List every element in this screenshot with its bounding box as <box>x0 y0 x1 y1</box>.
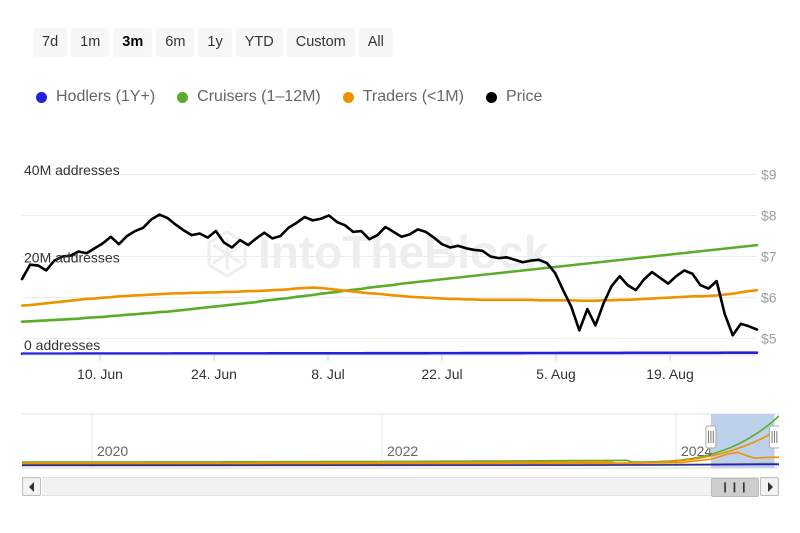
range-button-6m[interactable]: 6m <box>156 28 194 57</box>
legend-item-traders[interactable]: Traders (<1M) <box>343 88 464 106</box>
x-axis: 10. Jun 24. Jun 8. Jul 22. Jul 5. Aug 19. Aug <box>22 355 757 382</box>
y-axis-right-tick-1: $8 <box>761 208 777 224</box>
y-axis-right: $9 $8 $7 $6 $5 <box>761 166 777 346</box>
scrollbar-thumb[interactable]: ❙❙❙ <box>711 478 759 497</box>
watermark-label: IntoTheBlock <box>258 226 550 278</box>
y-axis-left: 40M addresses 20M addresses 0 addresses <box>24 162 120 353</box>
legend-label-price: Price <box>506 88 542 106</box>
scrollbar-left-arrow-icon[interactable] <box>22 477 41 496</box>
navigator-background <box>22 412 779 468</box>
navigator-handle-right[interactable] <box>770 426 780 448</box>
navigator-year-label-2020: 2020 <box>97 443 128 459</box>
navigator-handle-left[interactable] <box>706 426 716 448</box>
legend-item-price[interactable]: Price <box>486 88 542 106</box>
scrollbar-right-arrow-icon[interactable] <box>760 477 779 496</box>
x-axis-tick-4: 5. Aug <box>536 366 576 382</box>
x-axis-tick-3: 22. Jul <box>421 366 462 382</box>
legend-label-traders: Traders (<1M) <box>363 88 464 106</box>
range-selector: 7d 1m 3m 6m 1y YTD Custom All <box>33 28 393 57</box>
y-axis-left-tick-0: 40M addresses <box>24 162 120 178</box>
legend-item-cruisers[interactable]: Cruisers (1–12M) <box>177 88 321 106</box>
range-button-ytd[interactable]: YTD <box>236 28 283 57</box>
navigator-scrollbar[interactable]: ❙❙❙ <box>22 477 779 496</box>
series-line-hodlers-1y <box>22 353 757 354</box>
legend-label-cruisers: Cruisers (1–12M) <box>197 88 321 106</box>
main-chart[interactable]: IntoTheBlock 40M addresses 20M addresses 0… <box>0 140 800 400</box>
y-axis-left-tick-1: 20M addresses <box>24 249 120 265</box>
series-line-traders-1m <box>22 288 757 306</box>
legend-dot-price-icon <box>486 92 497 103</box>
range-button-7d[interactable]: 7d <box>33 28 67 57</box>
legend-label-hodlers: Hodlers (1Y+) <box>56 88 155 106</box>
chart-canvas[interactable]: IntoTheBlock 40M addresses 20M addresses 0… <box>0 140 800 400</box>
x-axis-tick-0: 10. Jun <box>77 366 123 382</box>
x-axis-tick-1: 24. Jun <box>191 366 237 382</box>
range-button-1m[interactable]: 1m <box>71 28 109 57</box>
range-button-3m[interactable]: 3m <box>113 28 152 57</box>
legend-dot-hodlers-icon <box>36 92 47 103</box>
watermark-logo-icon <box>209 232 245 276</box>
range-button-all[interactable]: All <box>359 28 393 57</box>
chart-legend: Hodlers (1Y+) Cruisers (1–12M) Traders (… <box>36 88 542 106</box>
legend-item-hodlers[interactable]: Hodlers (1Y+) <box>36 88 155 106</box>
legend-dot-traders-icon <box>343 92 354 103</box>
y-axis-right-tick-2: $7 <box>761 249 777 265</box>
y-axis-right-tick-3: $6 <box>761 290 777 306</box>
y-axis-right-tick-4: $5 <box>761 331 777 347</box>
legend-dot-cruisers-icon <box>177 92 188 103</box>
x-axis-tick-5: 19. Aug <box>646 366 694 382</box>
right-triangle-icon <box>766 482 774 492</box>
y-axis-right-tick-0: $9 <box>761 166 777 182</box>
range-button-custom[interactable]: Custom <box>287 28 355 57</box>
scrollbar-thumb-grip-icon: ❙❙❙ <box>721 483 749 493</box>
range-button-1y[interactable]: 1y <box>198 28 231 57</box>
x-axis-tick-2: 8. Jul <box>311 366 344 382</box>
navigator-year-label-2022: 2022 <box>387 443 418 459</box>
left-triangle-icon <box>28 482 36 492</box>
scrollbar-track[interactable]: ❙❙❙ <box>42 477 759 496</box>
navigator-canvas[interactable]: 202020222024 <box>22 412 779 474</box>
y-axis-left-tick-2: 0 addresses <box>24 337 100 353</box>
chart-navigator[interactable]: 202020222024 <box>22 412 779 474</box>
